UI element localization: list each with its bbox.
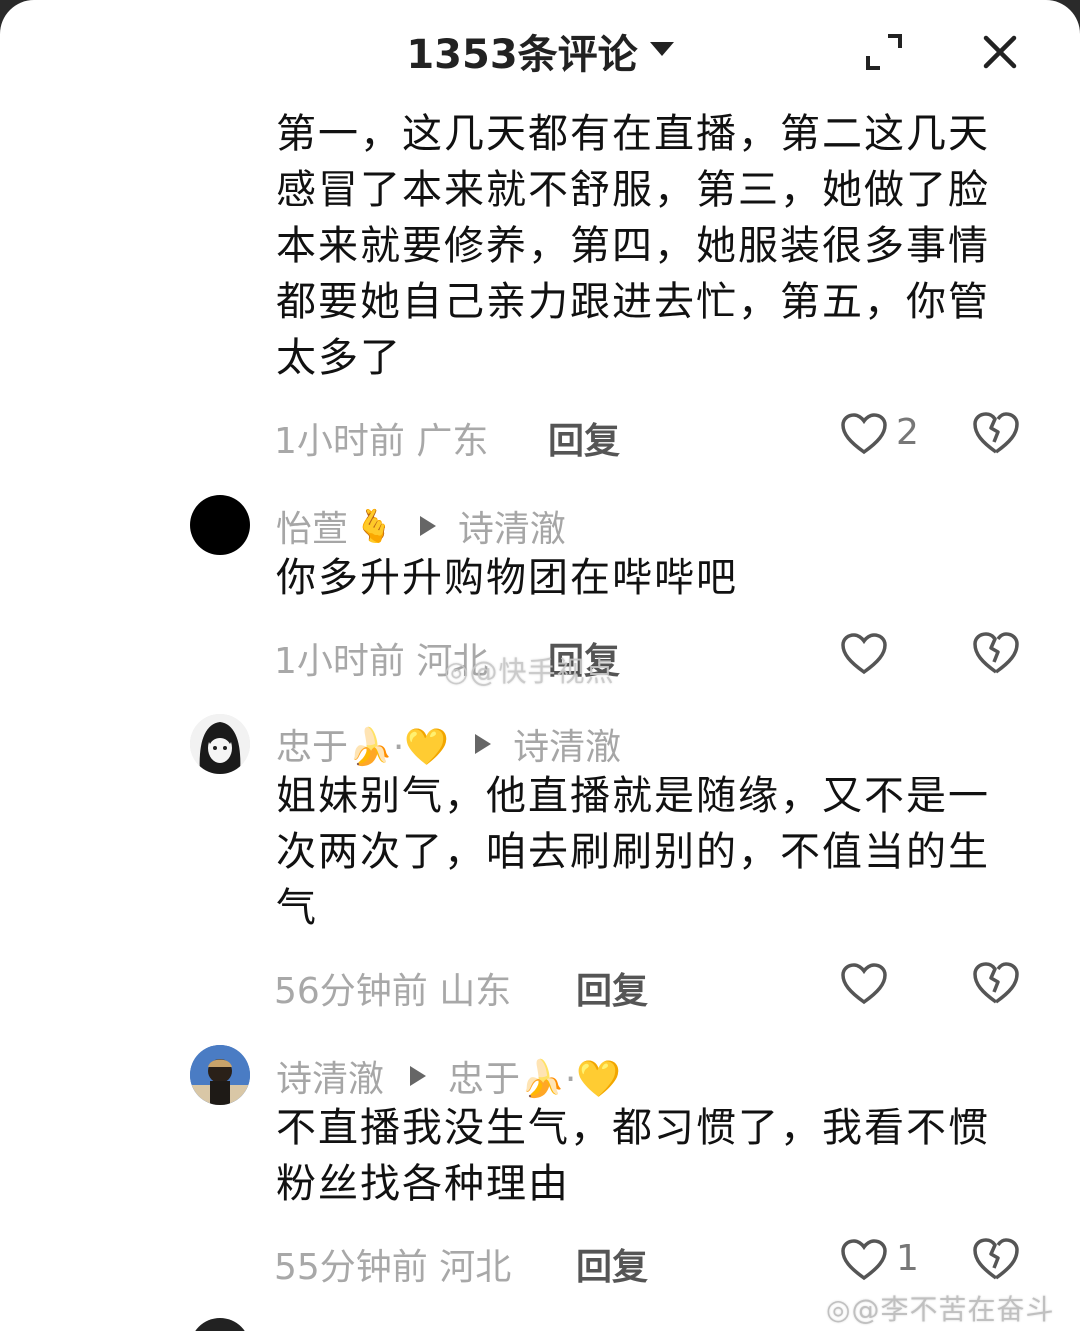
watermark-center: ◎@快手视点 — [444, 650, 614, 690]
comments-header: 1353条评论 — [0, 0, 1080, 100]
comments-sheet: 1353条评论 第一，这几天都有在直播，第二这几天感冒了本来就不舒服，第三，她做… — [0, 0, 1080, 1331]
weibo-logo-icon: ◎ — [826, 1293, 852, 1326]
reply-to-name[interactable]: 诗清澈 — [458, 500, 566, 552]
avatar[interactable] — [190, 495, 250, 555]
reply-arrow-icon — [419, 516, 436, 536]
broken-heart-icon[interactable] — [972, 630, 1020, 676]
comment-text: 姐妹别气，他直播就是随缘，又不是一次两次了，咱去刷刷别的，不值当的生气 — [276, 773, 990, 931]
reply-arrow-icon — [410, 1066, 427, 1086]
comment-author[interactable]: 忠于🍌·💛 — [276, 718, 449, 770]
close-icon[interactable] — [978, 30, 1022, 74]
comment-author[interactable]: 诗清澈 — [276, 1050, 384, 1102]
heart-icon[interactable] — [840, 962, 888, 1006]
comment-author-line: 忠于🍌·💛 诗清澈 — [276, 718, 621, 770]
heart-icon[interactable] — [840, 1238, 888, 1282]
reply-button[interactable]: 回复 — [548, 412, 620, 464]
comment-text: 不直播我没生气，都习惯了，我看不惯粉丝找各种理由 — [276, 1105, 990, 1207]
comment-text: 你多升升购物团在哔哔吧 — [276, 555, 738, 601]
watermark-corner: ◎@李不苦在奋斗 — [826, 1288, 1054, 1328]
watermark-text: @快手视点 — [469, 655, 615, 688]
broken-heart-icon[interactable] — [972, 410, 1020, 456]
comment-author[interactable]: 怡萱 — [276, 500, 348, 552]
comment-text: 第一，这几天都有在直播，第二这几天感冒了本来就不舒服，第三，她做了脸本来就要修养… — [276, 111, 990, 381]
heart-icon[interactable] — [840, 632, 888, 676]
comment-count-title[interactable]: 1353条评论 — [406, 22, 637, 80]
author-badge: 🫰 — [354, 507, 394, 545]
broken-heart-icon[interactable] — [972, 1236, 1020, 1282]
like-count: 2 — [896, 412, 919, 453]
reply-button[interactable]: 回复 — [576, 1238, 648, 1290]
reply-arrow-icon — [475, 734, 492, 754]
comment-author-line: 怡萱 🫰 诗清澈 — [276, 500, 566, 552]
watermark-text: @李不苦在奋斗 — [851, 1293, 1055, 1326]
reply-to-name[interactable]: 忠于🍌·💛 — [448, 1050, 621, 1102]
avatar[interactable] — [190, 1318, 250, 1331]
comment-time-location: 55分钟前 河北 — [274, 1247, 512, 1288]
expand-icon[interactable] — [862, 30, 906, 74]
comment-author-line: 诗清澈 忠于🍌·💛 — [276, 1050, 621, 1102]
avatar[interactable] — [190, 1045, 250, 1105]
title-wrap[interactable]: 1353条评论 — [0, 22, 1080, 80]
weibo-logo-icon: ◎ — [444, 655, 470, 688]
comment-time-location: 1小时前 广东 — [274, 421, 489, 462]
like-count: 1 — [896, 1238, 919, 1279]
reply-to-name[interactable]: 诗清澈 — [513, 718, 621, 770]
heart-icon[interactable] — [840, 412, 888, 456]
reply-button[interactable]: 回复 — [576, 962, 648, 1014]
avatar[interactable] — [190, 714, 250, 774]
caret-down-icon[interactable] — [649, 42, 674, 56]
comment-time-location: 56分钟前 山东 — [274, 971, 512, 1012]
broken-heart-icon[interactable] — [972, 960, 1020, 1006]
